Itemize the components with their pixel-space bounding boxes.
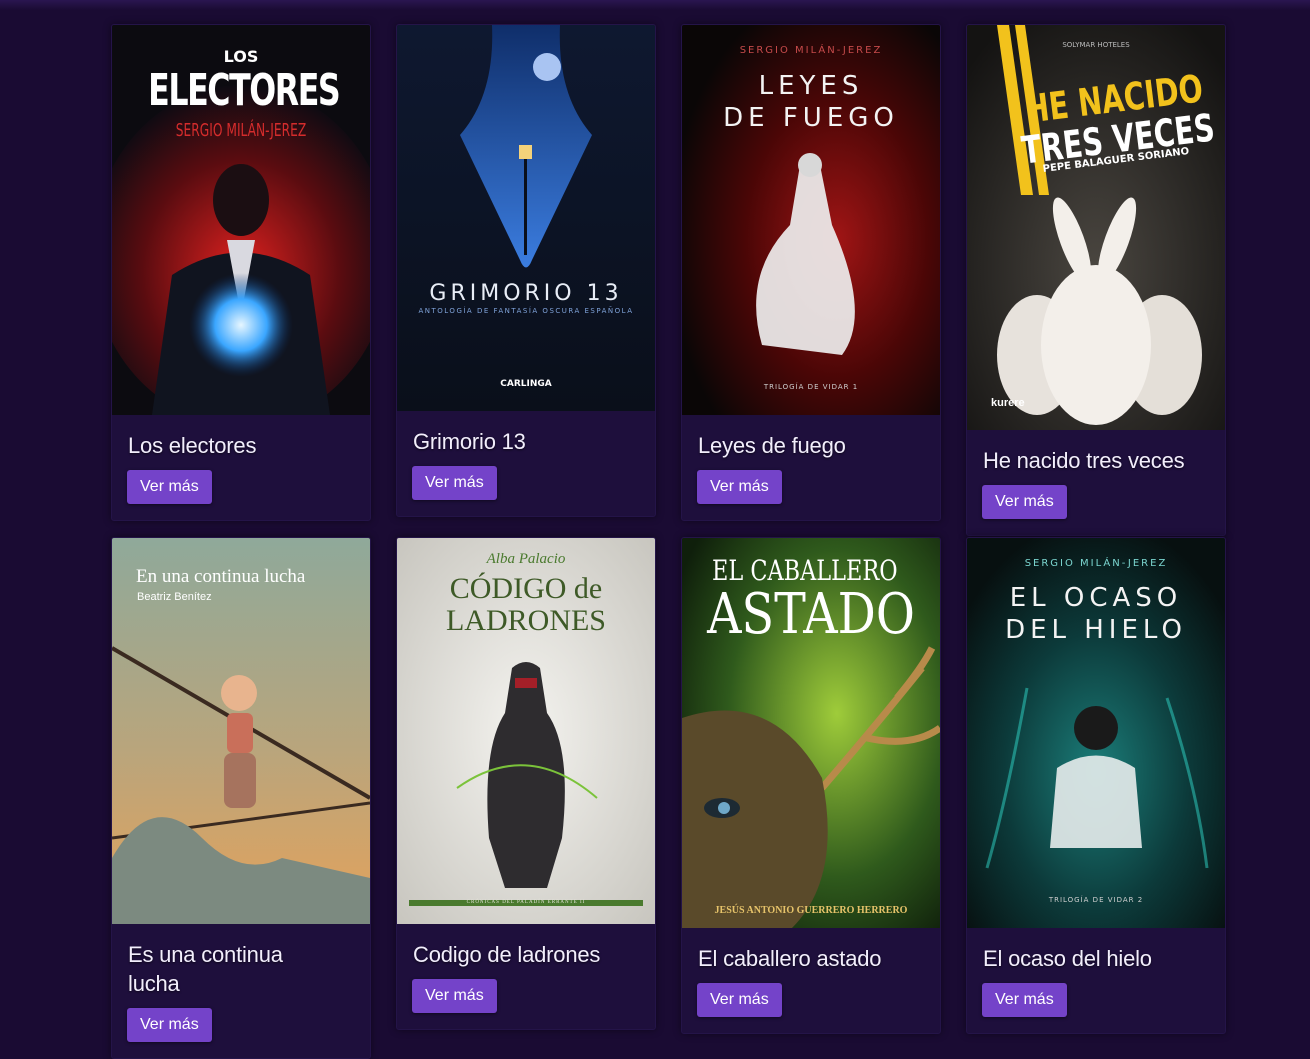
- book-title[interactable]: He nacido tres veces: [983, 446, 1209, 475]
- cover-title-text: GRIMORIO 13: [429, 281, 623, 306]
- book-title[interactable]: Grimorio 13: [413, 427, 639, 456]
- cover-author-text: SERGIO MILÁN-JEREZ: [1024, 558, 1168, 569]
- ver-mas-button[interactable]: Ver más: [412, 466, 497, 500]
- cover-top-text: LOS: [223, 47, 259, 66]
- ver-mas-button[interactable]: Ver más: [127, 470, 212, 504]
- cover-title-line2: DEL HIELO: [1005, 615, 1187, 645]
- book-card-es-una-continua-lucha: En una continua lucha Beatriz Benítez Es…: [111, 537, 371, 1059]
- cover-title-line1: EL OCASO: [1009, 583, 1183, 613]
- cover-sponsor-text: SOLYMAR HOTELES: [1062, 41, 1130, 49]
- cover-title-line2: LADRONES: [445, 604, 606, 637]
- cover-title-line2: DE FUEGO: [723, 103, 899, 133]
- cover-subtitle-text: ANTOLOGÍA DE FANTASÍA OSCURA ESPAÑOLA: [418, 307, 634, 315]
- cover-title-line1: CÓDIGO de: [449, 572, 603, 605]
- book-card-los-electores: LOS ELECTORES SERGIO MILÁN-JEREZ Los ele…: [111, 24, 371, 521]
- cover-title-line2: ASTADO: [707, 582, 915, 647]
- cover-series-text: TRILOGÍA DE VIDAR 2: [1048, 896, 1144, 904]
- book-cover-image[interactable]: Alba Palacio CÓDIGO de LADRONES CRÓNICAS…: [397, 538, 655, 924]
- cover-author-text: Alba Palacio: [486, 551, 566, 567]
- ver-mas-button[interactable]: Ver más: [982, 485, 1067, 519]
- book-cover-image[interactable]: GRIMORIO 13 ANTOLOGÍA DE FANTASÍA OSCURA…: [397, 25, 655, 411]
- cover-author-text: SERGIO MILÁN-JEREZ: [739, 45, 883, 56]
- book-cover-image[interactable]: LOS ELECTORES SERGIO MILÁN-JEREZ: [112, 25, 370, 415]
- cover-series-text: CRÓNICAS DEL PALADÍN ERRANTE II: [466, 900, 586, 905]
- book-cover-image[interactable]: EL CABALLERO ASTADO JESÚS ANTONIO GUERRE…: [682, 538, 940, 928]
- book-title[interactable]: Los electores: [128, 431, 354, 460]
- book-cover-image[interactable]: En una continua lucha Beatriz Benítez: [112, 538, 370, 924]
- book-title[interactable]: El ocaso del hielo: [983, 944, 1209, 973]
- top-bar: [0, 0, 1310, 10]
- ver-mas-button[interactable]: Ver más: [412, 979, 497, 1013]
- cover-title-line1: LEYES: [758, 71, 864, 101]
- cover-art: [397, 25, 655, 411]
- cover-author-text: JESÚS ANTONIO GUERRERO HERRERO: [714, 905, 908, 916]
- book-card-codigo-de-ladrones: Alba Palacio CÓDIGO de LADRONES CRÓNICAS…: [396, 537, 656, 1030]
- ver-mas-button[interactable]: Ver más: [982, 983, 1067, 1017]
- book-title[interactable]: Leyes de fuego: [698, 431, 924, 460]
- book-title[interactable]: El caballero astado: [698, 944, 924, 973]
- book-title[interactable]: Codigo de ladrones: [413, 940, 639, 969]
- book-card-he-nacido-tres-veces: SOLYMAR HOTELES HE NACIDO TRES VECES PEP…: [966, 24, 1226, 536]
- cover-publisher-text: kurere: [991, 397, 1025, 409]
- book-card-el-caballero-astado: EL CABALLERO ASTADO JESÚS ANTONIO GUERRE…: [681, 537, 941, 1034]
- cover-title-text: En una continua lucha: [136, 566, 306, 587]
- book-cover-image[interactable]: SOLYMAR HOTELES HE NACIDO TRES VECES PEP…: [967, 25, 1225, 430]
- book-cover-image[interactable]: SERGIO MILÁN-JEREZ LEYES DE FUEGO TRILOG…: [682, 25, 940, 415]
- book-card-leyes-de-fuego: SERGIO MILÁN-JEREZ LEYES DE FUEGO TRILOG…: [681, 24, 941, 521]
- cover-series-text: TRILOGÍA DE VIDAR 1: [763, 383, 859, 391]
- book-title[interactable]: Es una continua lucha: [128, 940, 328, 998]
- cover-author-text: Beatriz Benítez: [137, 591, 212, 603]
- cover-publisher-text: CARLINGA: [500, 379, 552, 389]
- book-cover-image[interactable]: SERGIO MILÁN-JEREZ EL OCASO DEL HIELO TR…: [967, 538, 1225, 928]
- ver-mas-button[interactable]: Ver más: [697, 983, 782, 1017]
- ver-mas-button[interactable]: Ver más: [697, 470, 782, 504]
- cover-title-text: ELECTORES: [148, 65, 341, 116]
- ver-mas-button[interactable]: Ver más: [127, 1008, 212, 1042]
- book-card-grimorio-13: GRIMORIO 13 ANTOLOGÍA DE FANTASÍA OSCURA…: [396, 24, 656, 517]
- cover-author-text: SERGIO MILÁN-JEREZ: [175, 120, 307, 141]
- book-card-el-ocaso-del-hielo: SERGIO MILÁN-JEREZ EL OCASO DEL HIELO TR…: [966, 537, 1226, 1034]
